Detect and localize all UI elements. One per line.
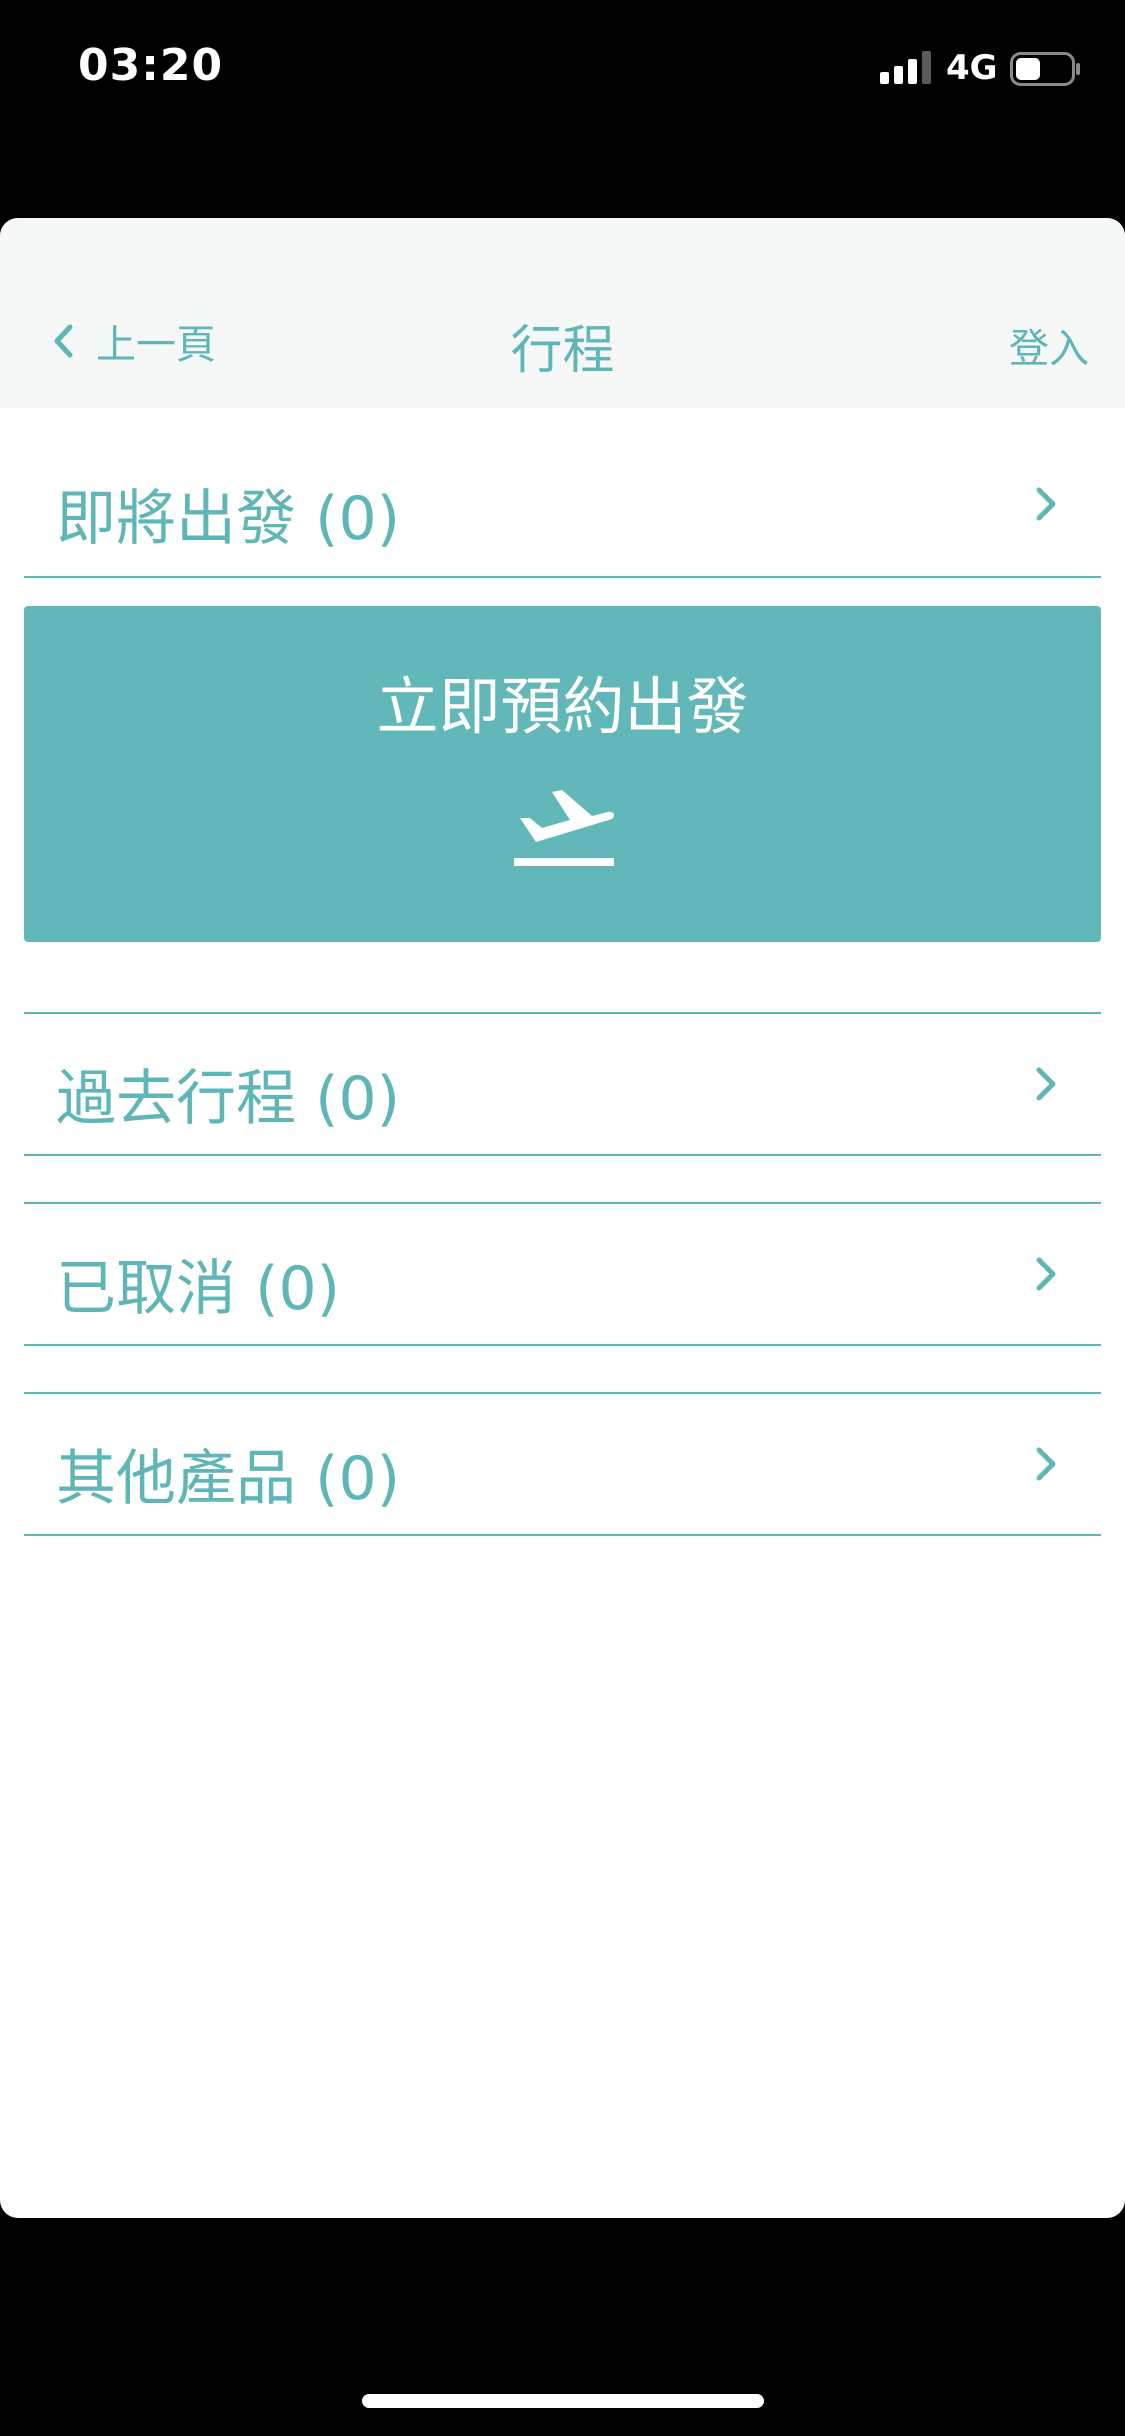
section-past-trips[interactable]: 過去行程 (0) (24, 1012, 1101, 1156)
chevron-left-icon (54, 324, 73, 358)
status-time: 03:20 (78, 40, 224, 91)
chevron-right-icon (1036, 487, 1056, 521)
section-upcoming-trips[interactable]: 即將出發 (0) (24, 434, 1101, 578)
section-cancelled-label: 已取消 (0) (56, 1254, 341, 1324)
chevron-right-icon (1036, 1447, 1056, 1481)
login-button[interactable]: 登入 (1009, 316, 1089, 374)
section-other-products[interactable]: 其他產品 (0) (24, 1392, 1101, 1536)
navigation-bar: 上一頁 行程 登入 (0, 218, 1125, 408)
chevron-right-icon (1036, 1067, 1056, 1101)
section-other-label: 其他產品 (0) (56, 1444, 401, 1514)
back-button[interactable]: 上一頁 (52, 316, 216, 368)
network-type-label: 4G (946, 48, 998, 88)
chevron-right-icon (1036, 1257, 1056, 1291)
section-cancelled-trips[interactable]: 已取消 (0) (24, 1202, 1101, 1346)
book-now-button[interactable]: 立即預約出發 (24, 606, 1101, 942)
book-now-label: 立即預約出發 (376, 670, 749, 743)
section-past-label: 過去行程 (0) (56, 1064, 401, 1134)
back-button-label: 上一頁 (96, 322, 216, 368)
trips-sheet: 上一頁 行程 登入 即將出發 (0) 立即預約出發 過去行程 (0) 已取消 (… (0, 218, 1125, 2218)
home-indicator[interactable] (362, 2394, 764, 2408)
battery-icon (1010, 52, 1080, 86)
airplane-takeoff-icon (514, 790, 615, 866)
section-upcoming-label: 即將出發 (0) (56, 484, 401, 554)
status-bar: 03:20 4G (0, 0, 1125, 140)
cellular-signal-icon (880, 51, 931, 84)
